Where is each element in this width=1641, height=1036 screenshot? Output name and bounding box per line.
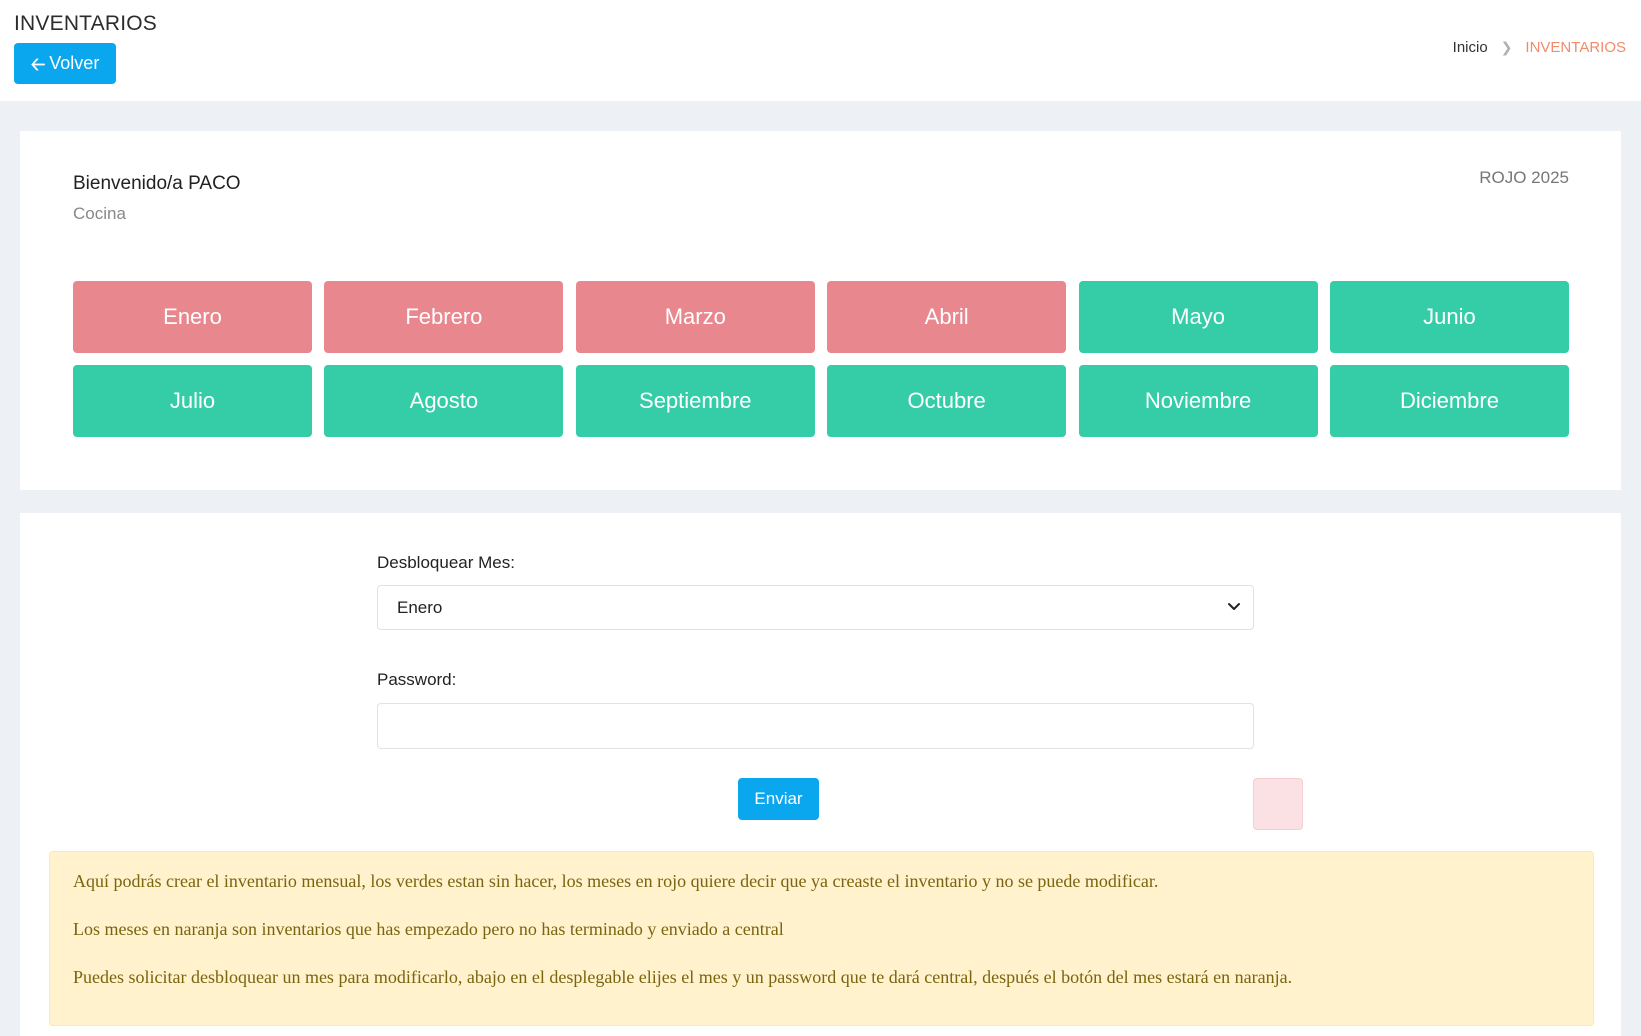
- month-button-septiembre[interactable]: Septiembre: [575, 365, 815, 437]
- month-button-julio[interactable]: Julio: [73, 365, 312, 437]
- year-label: ROJO 2025: [1479, 168, 1569, 187]
- month-button-febrero[interactable]: Febrero: [324, 281, 564, 353]
- month-button-octubre[interactable]: Octubre: [827, 365, 1067, 437]
- month-button-mayo[interactable]: Mayo: [1078, 281, 1318, 353]
- month-button-noviembre[interactable]: Noviembre: [1078, 365, 1318, 437]
- unlock-month-select-value: Enero: [397, 597, 443, 617]
- unlock-month-select[interactable]: Enero: [377, 585, 1254, 630]
- password-label: Password:: [377, 670, 457, 689]
- department-text: Cocina: [73, 204, 126, 223]
- info-notice: Aquí podrás crear el inventario mensual,…: [49, 851, 1594, 1026]
- top-header: INVENTARIOS 🡠 Volver Inicio ❯ INVENTARIO…: [0, 0, 1641, 101]
- notice-line-3: Puedes solicitar desbloquear un mes para…: [73, 967, 1293, 987]
- welcome-text: Bienvenido/a PACO: [73, 173, 241, 194]
- back-button[interactable]: 🡠 Volver: [14, 43, 116, 84]
- notice-line-2: Los meses en naranja son inventarios que…: [73, 919, 784, 939]
- breadcrumb: Inicio ❯ INVENTARIOS: [1453, 39, 1626, 56]
- password-input[interactable]: [377, 703, 1254, 749]
- notice-line-1: Aquí podrás crear el inventario mensual,…: [73, 871, 1159, 891]
- breadcrumb-current: INVENTARIOS: [1525, 39, 1626, 56]
- months-grid: Enero Febrero Marzo Abril Mayo Junio Jul…: [73, 281, 1569, 437]
- month-button-abril[interactable]: Abril: [827, 281, 1067, 353]
- arrow-left-icon: 🡠: [30, 53, 46, 74]
- status-indicator-box: [1253, 778, 1303, 830]
- months-card: Bienvenido/a PACO Cocina ROJO 2025 Enero…: [20, 131, 1621, 490]
- chevron-right-icon: ❯: [1500, 39, 1513, 55]
- unlock-card: Desbloquear Mes: Enero Password: Enviar …: [20, 513, 1621, 1036]
- chevron-down-icon: [1228, 603, 1240, 610]
- unlock-month-label: Desbloquear Mes:: [377, 553, 515, 572]
- month-button-diciembre[interactable]: Diciembre: [1329, 365, 1569, 437]
- month-button-enero[interactable]: Enero: [73, 281, 312, 353]
- month-button-junio[interactable]: Junio: [1329, 281, 1569, 353]
- back-button-label: Volver: [49, 53, 100, 73]
- month-button-agosto[interactable]: Agosto: [324, 365, 564, 437]
- month-button-marzo[interactable]: Marzo: [575, 281, 815, 353]
- send-button[interactable]: Enviar: [738, 778, 819, 820]
- page-title: INVENTARIOS: [14, 12, 157, 35]
- breadcrumb-home-link[interactable]: Inicio: [1453, 39, 1488, 56]
